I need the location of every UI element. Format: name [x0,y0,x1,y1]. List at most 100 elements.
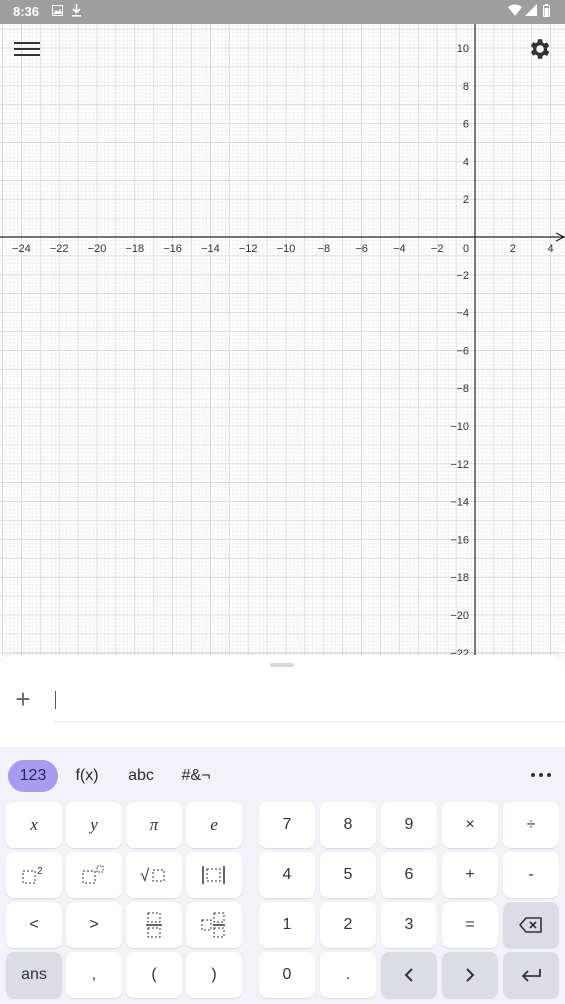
menu-button[interactable] [14,38,40,60]
key-e[interactable]: e [186,802,242,848]
status-bar: 8:36 [0,0,565,24]
key-1[interactable]: 1 [259,902,315,948]
key-less-than[interactable]: < [6,902,62,948]
y-tick-label: 6 [463,119,469,131]
key-cursor-left[interactable] [381,952,437,998]
key-divide[interactable]: ÷ [503,802,559,848]
x-tick-label: −22 [50,243,69,255]
settings-button[interactable] [526,36,552,62]
tab-symbols[interactable]: #&¬ [174,760,218,792]
key-4[interactable]: 4 [259,852,315,898]
y-tick-label: −2 [456,270,469,282]
key-abs[interactable] [186,852,242,898]
gear-icon [530,39,550,59]
key-y[interactable]: y [66,802,122,848]
y-tick-label: −22 [450,648,469,655]
key-ans[interactable]: ans [6,952,62,998]
wifi-icon [508,4,522,20]
x-tick-label: −6 [355,243,368,255]
x-tick-label: −14 [201,243,220,255]
tab-functions[interactable]: f(x) [66,760,108,792]
key-enter[interactable] [503,952,559,998]
math-keyboard: 123 f(x) abc #&¬ x y π e 7 8 9 × ÷ 2 √ 4… [0,747,565,1004]
x-tick-label: −10 [277,243,296,255]
key-5[interactable]: 5 [320,852,376,898]
x-tick-label: −4 [393,243,406,255]
tab-123[interactable]: 123 [8,760,58,792]
key-power[interactable] [66,852,122,898]
key-7[interactable]: 7 [259,802,315,848]
sqrt-symbol: √ [140,866,150,885]
key-greater-than[interactable]: > [66,902,122,948]
key-minus[interactable]: - [503,852,559,898]
x-tick-label: −8 [318,243,331,255]
key-cursor-right[interactable] [442,952,498,998]
drag-handle[interactable] [270,663,294,667]
add-input-button[interactable]: + [10,686,36,712]
backspace-icon [519,917,542,933]
power-icon [82,865,104,884]
y-tick-label: 2 [463,194,469,206]
x-tick-label: −24 [12,243,31,255]
y-tick-label: −14 [450,497,469,509]
chevron-left-icon [404,968,413,982]
key-comma[interactable]: , [66,952,122,998]
key-backspace[interactable] [503,902,559,948]
key-pi[interactable]: π [126,802,182,848]
y-tick-label: −12 [450,459,469,471]
mixed-fraction-icon [201,912,225,938]
chevron-right-icon [466,968,475,982]
key-mixed-fraction[interactable] [186,902,242,948]
y-tick-label: −8 [456,383,469,395]
tab-abc[interactable]: abc [120,760,162,792]
y-tick-label: −4 [456,308,469,320]
origin-label: 0 [463,243,469,255]
key-decimal[interactable]: . [320,952,376,998]
key-9[interactable]: 9 [381,802,437,848]
x-tick-label: −20 [88,243,107,255]
key-x[interactable]: x [6,802,62,848]
status-time: 8:36 [13,4,40,19]
y-tick-label: −18 [450,572,469,584]
abs-icon [202,866,225,884]
x-tick-label: −12 [239,243,258,255]
y-tick-label: 8 [463,81,469,93]
key-0[interactable]: 0 [259,952,315,998]
photo-icon [52,4,63,20]
key-equals[interactable]: = [442,902,498,948]
more-button[interactable] [529,767,555,783]
y-tick-label: −16 [450,534,469,546]
x-tick-label: 2 [510,243,516,255]
download-icon [71,4,82,21]
y-tick-label: −6 [456,345,469,357]
y-tick-label: 4 [463,156,469,168]
sqrt-icon: √ [140,866,165,885]
key-plus[interactable]: + [442,852,498,898]
key-fraction[interactable] [126,902,182,948]
y-tick-label: 10 [457,43,469,55]
graph-view[interactable]: −24−22−20−18−16−14−12−10−8−6−4−202412108… [0,0,565,655]
square-icon: 2 [22,866,43,884]
text-caret [55,691,56,709]
key-6[interactable]: 6 [381,852,437,898]
key-left-paren[interactable]: ( [126,952,182,998]
key-right-paren[interactable]: ) [186,952,242,998]
y-tick-label: −10 [450,421,469,433]
fraction-icon [146,912,162,938]
key-8[interactable]: 8 [320,802,376,848]
key-square[interactable]: 2 [6,852,62,898]
enter-icon [521,969,541,982]
key-sqrt[interactable]: √ [126,852,182,898]
key-multiply[interactable]: × [442,802,498,848]
key-3[interactable]: 3 [381,902,437,948]
algebra-input[interactable] [54,691,565,722]
keyboard-tabs: 123 f(x) abc #&¬ [0,747,565,799]
battery-icon [543,4,550,21]
hamburger-icon [14,42,40,56]
x-tick-label: −2 [431,243,444,255]
x-tick-label: 4 [548,243,554,255]
x-tick-label: −16 [163,243,182,255]
signal-icon [525,4,537,20]
square-exponent: 2 [37,866,43,877]
key-2[interactable]: 2 [320,902,376,948]
